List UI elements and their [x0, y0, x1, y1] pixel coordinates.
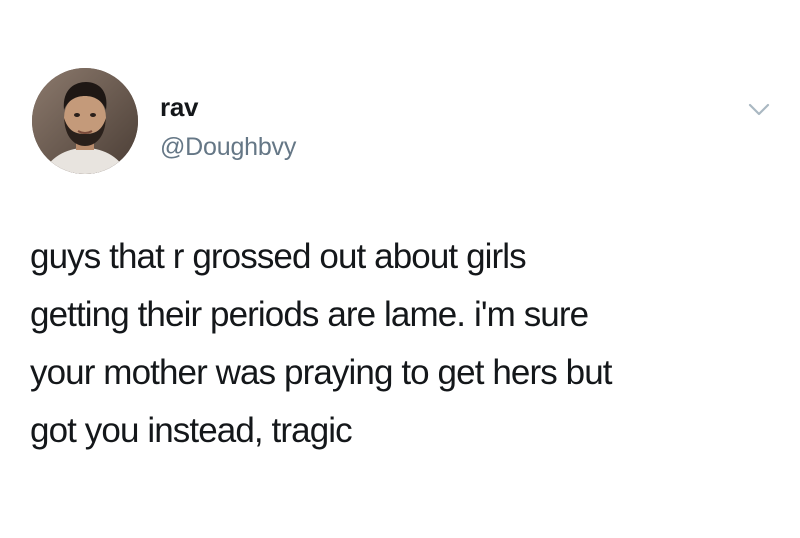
author-handle[interactable]: @Doughbvy [160, 132, 296, 162]
avatar-photo [32, 68, 138, 174]
avatar[interactable] [32, 68, 138, 174]
tweet-text: guys that r grossed out about girls gett… [30, 228, 770, 460]
tweet-text-line: your mother was praying to get hers but [30, 353, 613, 392]
author-names: rav @Doughbvy [160, 92, 296, 162]
tweet-text-line: got you instead, tragic [30, 411, 353, 450]
tweet-text-line: guys that r grossed out about girls [30, 237, 527, 276]
tweet-header: rav @Doughbvy [32, 68, 772, 178]
tweet-text-line: getting their periods are lame. i'm sure [30, 295, 589, 334]
tweet-card: rav @Doughbvy guys that r grossed out ab… [0, 0, 800, 538]
author-display-name[interactable]: rav [160, 92, 296, 122]
chevron-down-icon[interactable] [746, 96, 772, 122]
